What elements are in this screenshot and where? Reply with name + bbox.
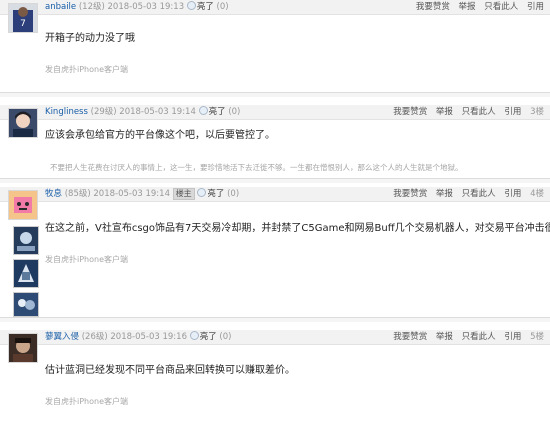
post-header: 蓼翼入侵 (26级) 2018-05-03 19:16 亮了 (0) 我要赞赏 … — [0, 330, 550, 345]
report-link[interactable]: 举报 — [436, 332, 453, 342]
post-meta: anbaile (12级) 2018-05-03 19:13 亮了 (0) — [45, 1, 229, 13]
post-header: anbaile (12级) 2018-05-03 19:13 亮了 (0) 我要… — [0, 0, 550, 15]
post-content: 开箱子的动力没了哦 — [45, 33, 135, 44]
post-actions: 我要赞赏 举报 只看此人 引用 — [410, 1, 544, 13]
only-author-link[interactable]: 只看此人 — [462, 332, 496, 342]
sidebar-image[interactable] — [13, 259, 39, 288]
quote-link[interactable]: 引用 — [504, 107, 521, 117]
thumbnail-image — [14, 227, 38, 254]
only-author-link[interactable]: 只看此人 — [462, 189, 496, 199]
post-device: 发自虎扑iPhone客户端 — [45, 397, 129, 406]
reward-link[interactable]: 我要赞赏 — [393, 332, 427, 342]
username[interactable]: 蓼翼入侵 — [45, 332, 79, 342]
light-count: (0) — [216, 2, 229, 12]
sidebar-image[interactable] — [13, 226, 39, 255]
post-header: 牧息 (85级) 2018-05-03 19:14 楼主 亮了 (0) 我要赞赏… — [0, 187, 550, 202]
post-body: 7 开箱子的动力没了哦 发自虎扑iPhone客户端 — [0, 3, 550, 92]
username[interactable]: Kingliness — [45, 107, 88, 117]
user-level: (85级) — [64, 189, 91, 199]
floor-number: 3楼 — [530, 107, 544, 117]
thumbnail-image — [14, 293, 38, 316]
report-link[interactable]: 举报 — [436, 107, 453, 117]
avatar-image — [9, 191, 37, 219]
only-author-link[interactable]: 只看此人 — [462, 107, 496, 117]
reward-link[interactable]: 我要赞赏 — [416, 2, 450, 12]
post-time: 2018-05-03 19:16 — [110, 332, 187, 342]
post-meta: 蓼翼入侵 (26级) 2018-05-03 19:16 亮了 (0) — [45, 331, 231, 343]
post-header: Kingliness (29级) 2018-05-03 19:14 亮了 (0)… — [0, 105, 550, 120]
post-actions: 我要赞赏 举报 只看此人 引用 4楼 — [387, 188, 544, 200]
sidebar-image[interactable] — [13, 292, 39, 317]
report-link[interactable]: 举报 — [436, 189, 453, 199]
reward-link[interactable]: 我要赞赏 — [393, 107, 427, 117]
reward-link[interactable]: 我要赞赏 — [393, 189, 427, 199]
light-button[interactable]: 亮了 — [209, 107, 226, 117]
post-meta: Kingliness (29级) 2018-05-03 19:14 亮了 (0) — [45, 106, 240, 118]
post-body: 应该会承包给官方的平台像这个吧，以后要管控了。 不要把人生花费在讨厌人的事情上，… — [0, 108, 550, 178]
post-device: 发自虎扑iPhone客户端 — [45, 65, 129, 74]
post-time: 2018-05-03 19:13 — [107, 2, 185, 12]
op-badge: 楼主 — [172, 188, 195, 200]
post: Kingliness (29级) 2018-05-03 19:14 亮了 (0)… — [0, 97, 550, 178]
user-level: (26级) — [81, 332, 108, 342]
post-content: 估计蓝洞已经发现不同平台商品来回转换可以赚取差价。 — [45, 365, 295, 376]
light-icon[interactable] — [189, 331, 199, 340]
post-body: 在这之前，V社宣布csgo饰品有7天交易冷却期，并封禁了C5Game和网易Buf… — [0, 190, 550, 317]
post-actions: 我要赞赏 举报 只看此人 引用 5楼 — [387, 331, 544, 343]
floor-number: 5楼 — [530, 332, 544, 342]
avatar[interactable] — [8, 190, 38, 220]
light-button[interactable]: 亮了 — [207, 189, 224, 199]
post: 牧息 (85级) 2018-05-03 19:14 楼主 亮了 (0) 我要赞赏… — [0, 183, 550, 317]
post-body: 估计蓝洞已经发现不同平台商品来回转换可以赚取差价。 发自虎扑iPhone客户端 — [0, 333, 550, 433]
svg-text:7: 7 — [20, 19, 26, 29]
post-content: 应该会承包给官方的平台像这个吧，以后要管控了。 — [45, 130, 275, 141]
thumbnail-image — [14, 260, 38, 287]
post: anbaile (12级) 2018-05-03 19:13 亮了 (0) 我要… — [0, 0, 550, 92]
post-actions: 我要赞赏 举报 只看此人 引用 3楼 — [387, 106, 544, 118]
username[interactable]: 牧息 — [45, 189, 62, 199]
username[interactable]: anbaile — [45, 2, 76, 12]
report-link[interactable]: 举报 — [459, 2, 476, 12]
avatar-image — [9, 334, 37, 362]
user-level: (12级) — [78, 2, 105, 12]
avatar-image — [9, 109, 37, 137]
avatar-image: 7 — [9, 4, 37, 32]
light-icon[interactable] — [198, 106, 208, 115]
post-meta: 牧息 (85级) 2018-05-03 19:14 楼主 亮了 (0) — [45, 188, 239, 200]
light-count: (0) — [227, 189, 240, 199]
avatar[interactable] — [8, 108, 38, 138]
avatar[interactable]: 7 — [8, 3, 38, 33]
quote-link[interactable]: 引用 — [504, 189, 521, 199]
post-time: 2018-05-03 19:14 — [119, 107, 196, 117]
post-time: 2018-05-03 19:14 — [93, 189, 170, 199]
light-icon[interactable] — [186, 1, 196, 10]
quote-link[interactable]: 引用 — [504, 332, 521, 342]
light-button[interactable]: 亮了 — [197, 2, 214, 12]
avatar[interactable] — [8, 333, 38, 363]
quote-link[interactable]: 引用 — [527, 2, 544, 12]
light-button[interactable]: 亮了 — [200, 332, 217, 342]
light-count: (0) — [219, 332, 232, 342]
light-count: (0) — [228, 107, 241, 117]
post-device: 发自虎扑iPhone客户端 — [45, 255, 129, 264]
user-level: (29级) — [90, 107, 117, 117]
signature: 不要把人生花费在讨厌人的事情上，这一生，要珍惜地活下去迁徙不够。一生都在憎恨别人… — [50, 163, 463, 172]
post-content: 在这之前，V社宣布csgo饰品有7天交易冷却期，并封禁了C5Game和网易Buf… — [45, 223, 550, 234]
post: 蓼翼入侵 (26级) 2018-05-03 19:16 亮了 (0) 我要赞赏 … — [0, 322, 550, 433]
only-author-link[interactable]: 只看此人 — [484, 2, 518, 12]
light-icon[interactable] — [197, 188, 207, 197]
floor-number: 4楼 — [530, 189, 544, 199]
